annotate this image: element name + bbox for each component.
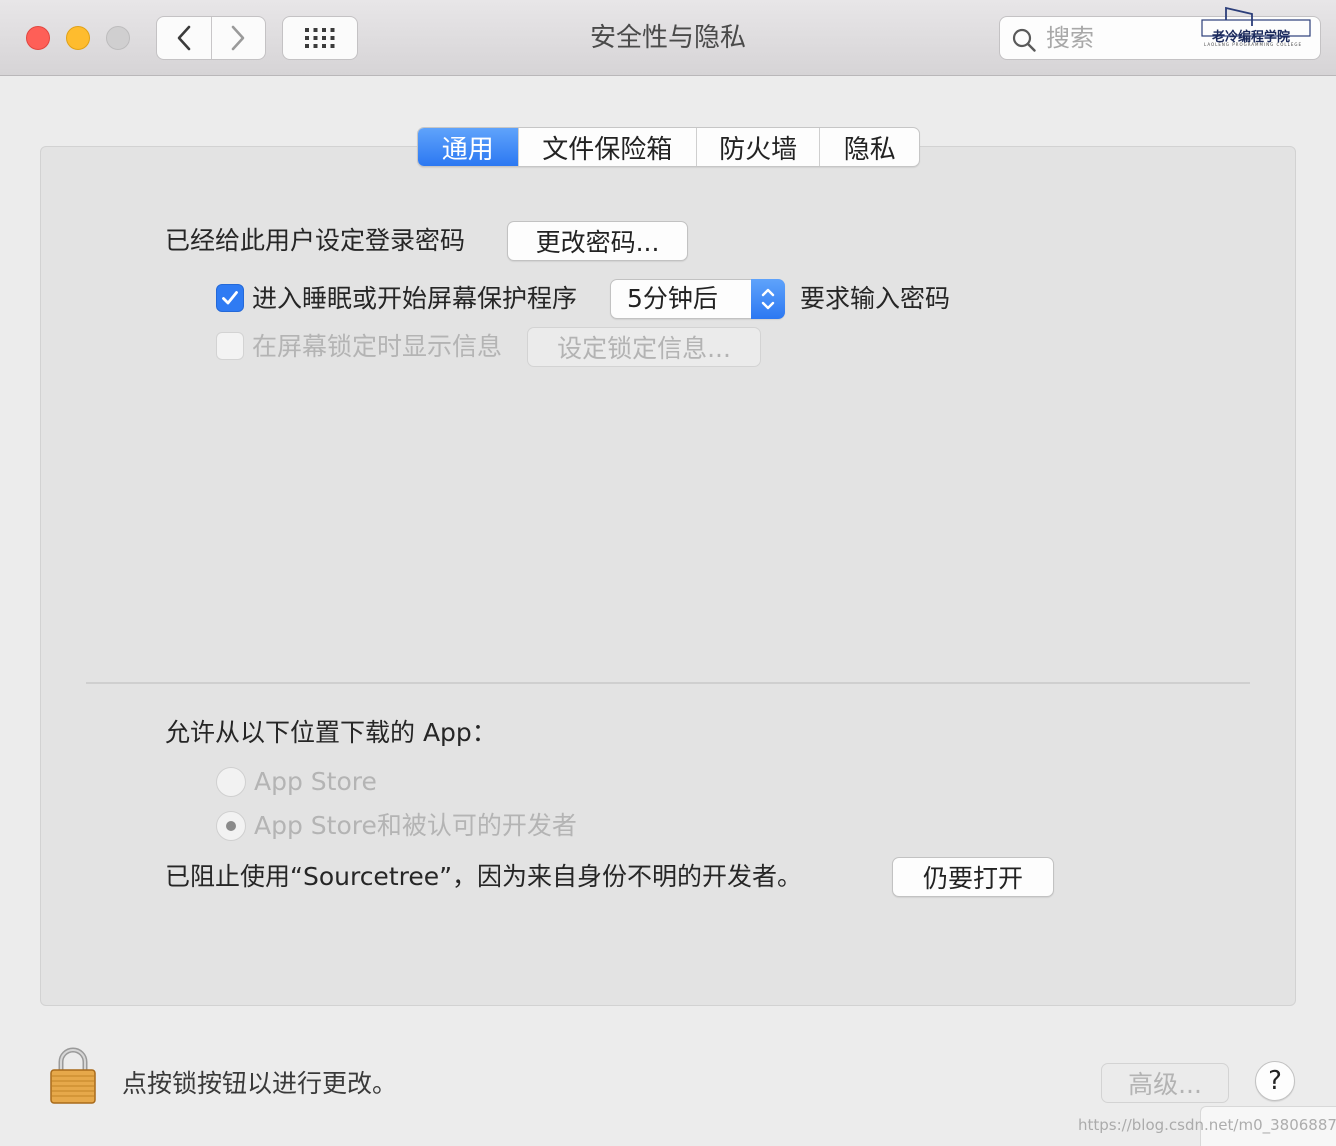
stepper-icon <box>761 288 775 310</box>
advanced-button[interactable]: 高级... <box>1101 1063 1229 1103</box>
downloads-heading: 允许从以下位置下载的 App： <box>165 718 497 747</box>
radio-selected-dot <box>226 821 236 831</box>
title-bar: 安全性与隐私 老冷编程学院 LAOLENG PROGRAMMING COLLEG… <box>0 0 1336 76</box>
grid-icon <box>305 28 335 48</box>
tab-privacy[interactable]: 隐私 <box>819 128 919 166</box>
close-window-button[interactable] <box>26 26 50 50</box>
set-lock-message-button[interactable]: 设定锁定信息... <box>527 327 761 367</box>
show-message-checkbox[interactable] <box>216 332 244 360</box>
lock-icon[interactable] <box>48 1046 98 1106</box>
change-password-button[interactable]: 更改密码... <box>507 221 688 261</box>
checkmark-icon <box>222 291 238 305</box>
radio-app-store-label: App Store <box>254 767 377 796</box>
navigation-buttons <box>156 16 266 60</box>
radio-identified-developers-label: App Store和被认可的开发者 <box>254 811 577 840</box>
password-delay-popup[interactable]: 5分钟后 <box>610 279 785 319</box>
help-button[interactable]: ? <box>1255 1061 1295 1101</box>
show-all-button[interactable] <box>282 16 358 60</box>
search-icon <box>1012 28 1036 52</box>
back-chevron-icon <box>177 25 191 51</box>
lock-label: 点按锁按钮以进行更改。 <box>122 1069 398 1098</box>
back-button[interactable] <box>157 17 211 59</box>
forward-button[interactable] <box>210 17 266 59</box>
radio-identified-developers[interactable] <box>216 811 246 841</box>
watermark-logo: 老冷编程学院 LAOLENG PROGRAMMING COLLEGE <box>1200 6 1336 48</box>
separator <box>86 682 1250 684</box>
tab-firewall[interactable]: 防火墙 <box>695 128 820 166</box>
tab-filevault[interactable]: 文件保险箱 <box>517 128 696 166</box>
logo-subtext: LAOLENG PROGRAMMING COLLEGE <box>1204 42 1303 47</box>
require-password-suffix: 要求输入密码 <box>800 284 951 313</box>
url-watermark: https://blog.csdn.net/m0_38068876 <box>1078 1116 1336 1134</box>
open-anyway-button[interactable]: 仍要打开 <box>892 857 1054 897</box>
zoom-window-button <box>106 26 130 50</box>
blocked-app-message: 已阻止使用“Sourcetree”，因为来自身份不明的开发者。 <box>165 862 803 891</box>
radio-app-store[interactable] <box>216 767 246 797</box>
show-message-label: 在屏幕锁定时显示信息 <box>252 332 503 361</box>
help-icon: ? <box>1268 1066 1282 1096</box>
minimize-window-button[interactable] <box>66 26 90 50</box>
tab-bar: 通用 文件保险箱 防火墙 隐私 <box>417 127 920 167</box>
popup-stepper[interactable] <box>751 279 785 319</box>
forward-chevron-icon <box>231 25 245 51</box>
search-input[interactable] <box>1046 23 1196 53</box>
tab-general[interactable]: 通用 <box>418 128 518 166</box>
require-password-checkbox[interactable] <box>216 284 244 312</box>
require-password-label: 进入睡眠或开始屏幕保护程序 <box>252 284 578 313</box>
password-set-label: 已经给此用户设定登录密码 <box>165 226 466 255</box>
password-delay-value: 5分钟后 <box>627 284 718 313</box>
